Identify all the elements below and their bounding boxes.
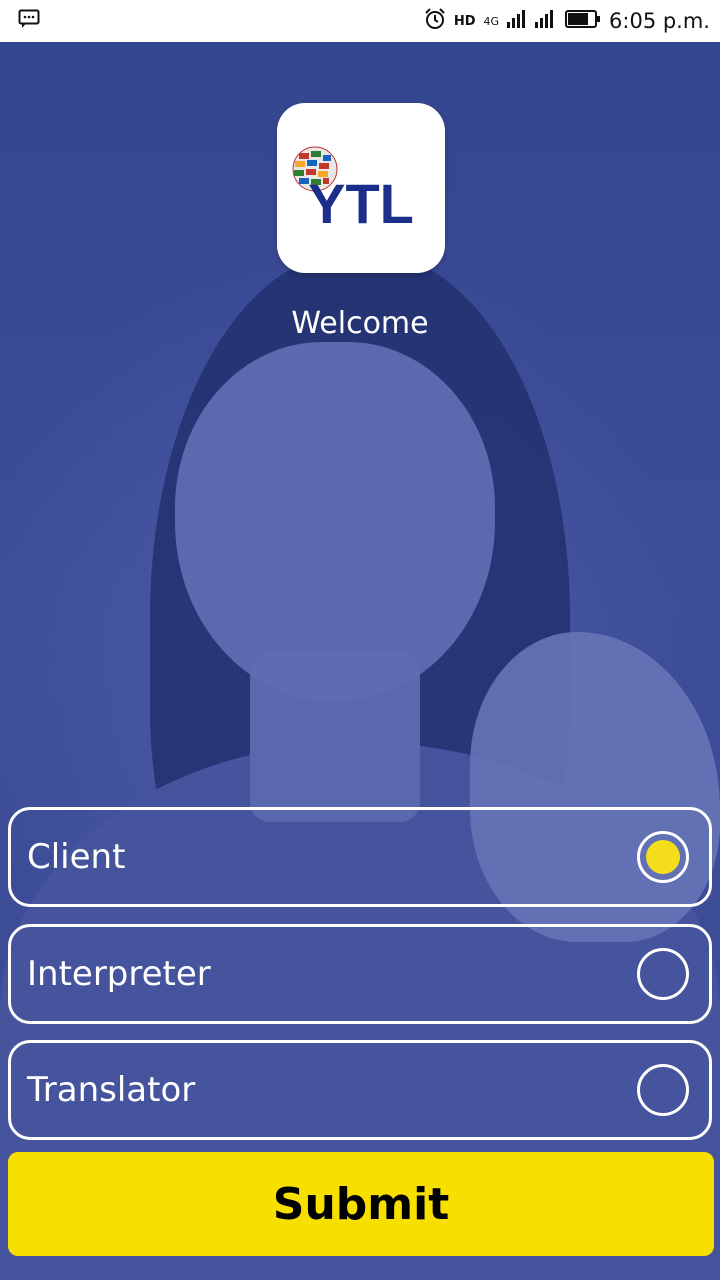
submit-button[interactable]: Submit xyxy=(8,1152,714,1256)
option-client[interactable]: Client xyxy=(8,807,712,907)
radio-translator[interactable] xyxy=(637,1064,689,1116)
option-translator[interactable]: Translator xyxy=(8,1040,712,1140)
option-label: Interpreter xyxy=(27,954,211,994)
battery-icon xyxy=(565,9,601,33)
app-logo: YTL xyxy=(277,103,445,273)
logo-text: YTL xyxy=(308,172,414,235)
signal-icon xyxy=(507,9,557,33)
option-interpreter[interactable]: Interpreter xyxy=(8,924,712,1024)
status-time: 6:05 p.m. xyxy=(609,9,710,33)
photo-face-shape xyxy=(175,342,495,702)
radio-interpreter[interactable] xyxy=(637,948,689,1000)
alarm-icon xyxy=(424,8,446,34)
hd-label: HD xyxy=(453,13,476,29)
network-type-label: 4G xyxy=(483,14,500,28)
hd-icon: HD xyxy=(454,14,476,29)
option-label: Client xyxy=(27,837,126,877)
welcome-text: Welcome xyxy=(291,306,429,341)
status-bar: HD 4G 6:05 p.m. xyxy=(0,0,720,42)
radio-client[interactable] xyxy=(637,831,689,883)
option-label: Translator xyxy=(27,1070,196,1110)
message-icon xyxy=(18,9,40,33)
